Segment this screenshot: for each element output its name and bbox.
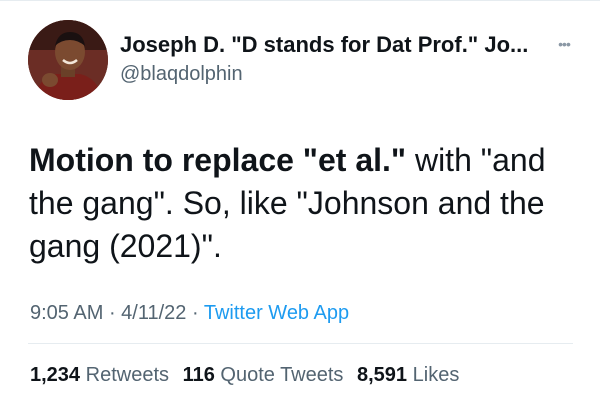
display-name[interactable]: Joseph D. "D stands for Dat Prof." Jo... <box>120 31 560 59</box>
tweet-source-link[interactable]: Twitter Web App <box>204 302 349 324</box>
tweet-text: Motion to replace "et al." with "and the… <box>29 139 569 268</box>
meta-separator: · <box>103 302 122 324</box>
meta-separator: · <box>186 302 204 324</box>
likes-count: 8,591 <box>357 364 408 386</box>
author-info: Joseph D. "D stands for Dat Prof." Jo...… <box>120 31 560 87</box>
quote-tweets-count: 116 <box>182 364 215 386</box>
retweets-count: 1,234 <box>30 364 81 386</box>
avatar[interactable] <box>28 20 108 100</box>
top-border <box>0 0 600 1</box>
quote-tweets-label: Quote Tweets <box>220 364 344 386</box>
quote-tweets-stat[interactable]: 116 Quote Tweets <box>183 364 344 386</box>
retweets-label: Retweets <box>85 364 169 386</box>
tweet-text-bold: Motion to replace "et al." <box>29 142 407 178</box>
tweet-date[interactable]: 4/11/22 <box>121 302 186 324</box>
profile-photo <box>28 20 108 100</box>
user-handle[interactable]: @blaqdolphin <box>120 61 560 87</box>
likes-label: Likes <box>412 364 460 386</box>
tweet-meta: 9:05 AM · 4/11/22 · Twitter Web App <box>30 300 349 326</box>
likes-stat[interactable]: 8,591 Likes <box>357 364 459 386</box>
tweet-time[interactable]: 9:05 AM <box>30 302 103 324</box>
divider <box>28 343 573 344</box>
more-options-icon[interactable]: ••• <box>552 36 576 52</box>
engagement-stats: 1,234 Retweets 116 Quote Tweets 8,591 Li… <box>30 362 467 388</box>
retweets-stat[interactable]: 1,234 Retweets <box>30 364 169 386</box>
